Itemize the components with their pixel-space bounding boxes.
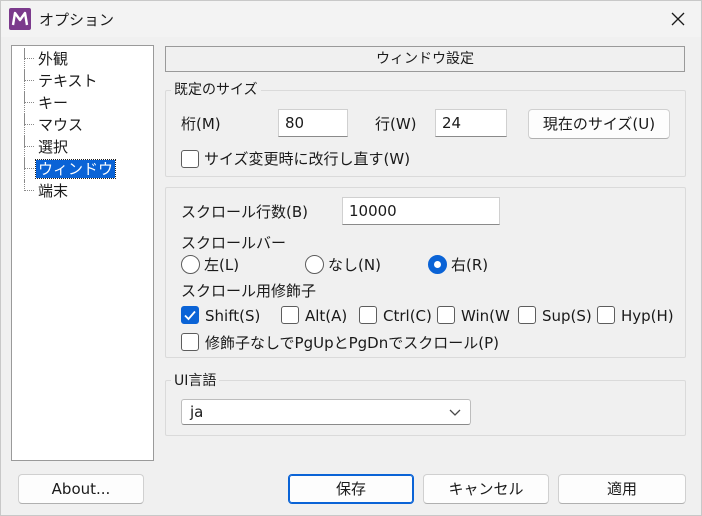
- reflow-on-resize-checkbox[interactable]: [181, 150, 199, 168]
- tree-item-label: キー: [38, 94, 69, 112]
- tree-branch: [24, 115, 34, 125]
- save-button[interactable]: 保存: [288, 474, 414, 504]
- tree-item-text[interactable]: テキスト: [12, 70, 152, 92]
- modifier-win-label: Win(W: [461, 307, 510, 325]
- app-logo-icon: [9, 8, 31, 30]
- tree-item-label: 外観: [38, 50, 69, 68]
- scrollbar-none-radio[interactable]: [305, 255, 324, 274]
- scroll-lines-field[interactable]: 10000: [342, 197, 500, 225]
- ui-language-value: ja: [190, 403, 204, 421]
- close-button[interactable]: [655, 1, 701, 37]
- scrollbar-right-label: 右(R): [451, 256, 489, 274]
- tree-branch: [24, 71, 34, 81]
- tree-item-label: ウィンドウ: [34, 159, 117, 179]
- tree-branch: [24, 49, 34, 59]
- apply-button[interactable]: 適用: [558, 474, 686, 504]
- pgup-pgdn-scroll-checkbox[interactable]: [181, 333, 199, 351]
- chevron-down-icon: [449, 409, 461, 416]
- tree-branch: [24, 93, 34, 103]
- modifier-hyp-label: Hyp(H): [621, 307, 674, 325]
- close-icon: [671, 12, 685, 26]
- tree-item-window[interactable]: ウィンドウ: [12, 158, 152, 180]
- pgup-pgdn-scroll-label: 修飾子なしでPgUpとPgDnでスクロール(P): [205, 334, 499, 352]
- reflow-on-resize-label: サイズ変更時に改行し直す(W): [204, 150, 411, 168]
- modifier-shift-label: Shift(S): [205, 307, 261, 325]
- title-bar: オプション: [1, 1, 701, 37]
- checkmark-icon: [184, 310, 196, 321]
- scrollbar-right-radio[interactable]: [428, 255, 447, 274]
- current-size-button[interactable]: 現在のサイズ(U): [528, 109, 670, 139]
- cancel-button[interactable]: キャンセル: [423, 474, 549, 504]
- modifier-alt-checkbox[interactable]: [281, 306, 299, 324]
- scrollbar-left-radio[interactable]: [181, 255, 200, 274]
- modifier-hyp-checkbox[interactable]: [597, 306, 615, 324]
- category-tree: 外観 テキスト キー マウス 選択 ウィンドウ 端末: [11, 45, 154, 461]
- columns-label: 桁(M): [181, 115, 221, 133]
- tree-branch: [24, 137, 34, 147]
- about-button[interactable]: About...: [18, 474, 144, 504]
- tree-item-mouse[interactable]: マウス: [12, 114, 152, 136]
- tree-item-keys[interactable]: キー: [12, 92, 152, 114]
- rows-field[interactable]: 24: [435, 109, 507, 137]
- scroll-modifier-label: スクロール用修飾子: [181, 282, 317, 300]
- section-title: ウィンドウ設定: [165, 46, 685, 72]
- tree-item-label: 端末: [38, 182, 69, 200]
- tree-item-label: 選択: [38, 138, 69, 156]
- scrollbar-left-label: 左(L): [204, 256, 240, 274]
- ui-language-legend: UI言語: [171, 373, 220, 389]
- modifier-sup-label: Sup(S): [542, 307, 592, 325]
- modifier-sup-checkbox[interactable]: [518, 306, 536, 324]
- tree-item-label: マウス: [38, 116, 84, 134]
- default-size-legend: 既定のサイズ: [171, 82, 261, 98]
- tree-branch: [24, 181, 34, 191]
- columns-field[interactable]: 80: [278, 109, 348, 137]
- modifier-win-checkbox[interactable]: [437, 306, 455, 324]
- scrollbar-label: スクロールバー: [181, 234, 287, 252]
- scroll-lines-label: スクロール行数(B): [181, 203, 308, 221]
- options-dialog: オプション 外観 テキスト キー マウス 選択 ウィンドウ 端末 ウィンドウ設定…: [0, 0, 702, 516]
- tree-item-selection[interactable]: 選択: [12, 136, 152, 158]
- tree-item-label: テキスト: [38, 72, 98, 90]
- modifier-ctrl-label: Ctrl(C): [383, 307, 432, 325]
- window-title: オプション: [39, 11, 115, 29]
- modifier-shift-checkbox[interactable]: [181, 306, 199, 324]
- ui-language-select[interactable]: ja: [181, 399, 471, 425]
- tree-branch: [24, 159, 34, 169]
- modifier-alt-label: Alt(A): [305, 307, 348, 325]
- rows-label: 行(W): [375, 115, 417, 133]
- tree-item-appearance[interactable]: 外観: [12, 48, 152, 70]
- tree-item-terminal[interactable]: 端末: [12, 180, 152, 202]
- scrollbar-none-label: なし(N): [328, 256, 381, 274]
- modifier-ctrl-checkbox[interactable]: [359, 306, 377, 324]
